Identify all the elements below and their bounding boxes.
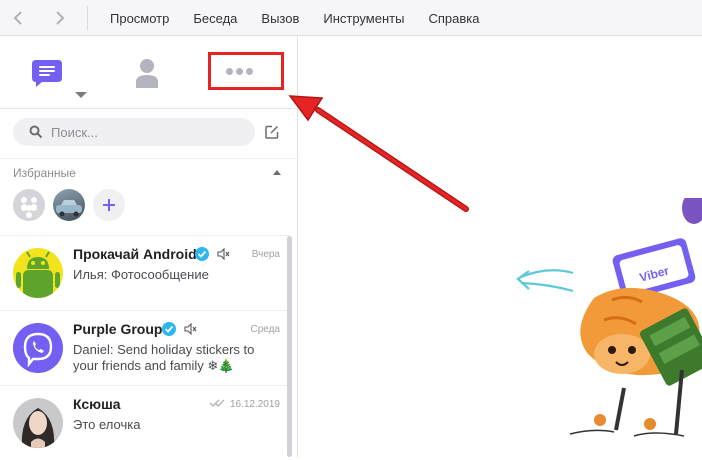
tab-chats[interactable] — [30, 58, 64, 88]
main-pane: Viber — [298, 36, 702, 457]
plus-icon — [103, 199, 115, 211]
car-photo-icon — [56, 200, 82, 217]
favorite-photo-avatar[interactable] — [53, 189, 85, 221]
muted-icon — [217, 248, 230, 260]
menu-item-help[interactable]: Справка — [416, 11, 491, 26]
chevron-left-icon — [13, 11, 22, 25]
chat-preview: Это елочка — [73, 417, 141, 432]
menu-item-call[interactable]: Вызов — [249, 11, 311, 26]
avatar — [13, 398, 63, 448]
add-favorite-button[interactable] — [93, 189, 125, 221]
android-robot-icon — [13, 248, 63, 298]
person-icon — [136, 59, 158, 88]
favorites-title: Избранные — [13, 166, 76, 180]
viber-logo-icon — [13, 323, 63, 373]
avatar — [13, 248, 63, 298]
menu-item-view[interactable]: Просмотр — [98, 11, 181, 26]
search-input[interactable] — [51, 118, 241, 146]
forward-button[interactable] — [46, 0, 74, 36]
chat-name: Purple Group — [73, 321, 163, 337]
verified-icon — [195, 247, 209, 261]
favorites-row — [13, 189, 125, 221]
tab-contacts[interactable] — [135, 58, 159, 88]
chat-name: Ксюша — [73, 396, 121, 412]
read-ticks-icon — [209, 399, 225, 407]
compose-icon[interactable] — [265, 125, 279, 139]
profile-photo-icon — [13, 398, 63, 448]
search-box[interactable] — [13, 118, 255, 146]
chat-badges — [195, 247, 230, 261]
back-button[interactable] — [4, 0, 32, 36]
chat-name: Прокачай Android — [73, 246, 197, 262]
caret-down-icon[interactable] — [74, 91, 88, 99]
avatar — [13, 323, 63, 373]
menu-bar: Просмотр Беседа Вызов Инструменты Справк… — [0, 0, 702, 36]
chevron-up-icon[interactable] — [272, 169, 282, 176]
chat-list: Прокачай Android Илья: Фотосообщение Вче… — [0, 235, 290, 460]
chat-preview: Daniel: Send holiday stickers to your fr… — [73, 342, 255, 373]
menu-separator — [87, 6, 88, 30]
cat-on-bench-illustration: Viber — [569, 198, 702, 437]
chat-list-scrollbar[interactable] — [287, 236, 292, 457]
search-row — [0, 108, 297, 159]
verified-icon — [162, 322, 176, 336]
chevron-right-icon — [56, 11, 65, 25]
search-icon — [29, 125, 43, 139]
main-menu: Просмотр Беседа Вызов Инструменты Справк… — [98, 0, 491, 36]
chat-time: Вчера — [251, 249, 280, 260]
favorite-group-avatar[interactable] — [13, 189, 45, 221]
chat-item-purple-group[interactable]: Purple Group Daniel: Send holiday sticke… — [0, 310, 290, 385]
chat-badges — [162, 322, 197, 336]
chat-item-ksyusha[interactable]: Ксюша Это елочка 16.12.2019 — [0, 385, 290, 460]
chat-time: 16.12.2019 — [229, 399, 280, 410]
sidebar-tabs — [0, 36, 297, 109]
chat-preview: Илья: Фотосообщение — [73, 267, 209, 282]
menu-item-tools[interactable]: Инструменты — [311, 11, 416, 26]
annotation-highlight-box — [208, 52, 284, 90]
group-icon — [21, 197, 37, 218]
chat-time: Среда — [250, 324, 280, 335]
chat-bubble-icon — [32, 60, 62, 87]
sidebar: Избранные — [0, 36, 298, 457]
muted-icon — [184, 323, 197, 335]
menu-item-conversation[interactable]: Беседа — [181, 11, 249, 26]
chat-item-prokachai-android[interactable]: Прокачай Android Илья: Фотосообщение Вче… — [0, 235, 290, 310]
